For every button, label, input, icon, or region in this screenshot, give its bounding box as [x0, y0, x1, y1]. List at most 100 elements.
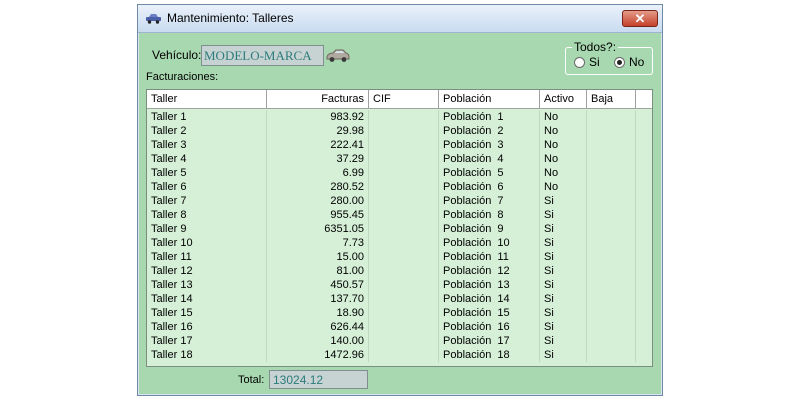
cell-facturas: 140.00	[267, 334, 369, 348]
cell-taller: Taller 5	[147, 166, 267, 180]
cell-facturas: 6351.05	[267, 222, 369, 236]
cell-taller: Taller 4	[147, 152, 267, 166]
cell-poblacion: Población 9	[439, 222, 540, 236]
cell-baja	[587, 138, 636, 152]
cell-taller: Taller 3	[147, 138, 267, 152]
cell-activo: No	[540, 180, 587, 194]
talleres-grid[interactable]: Taller Facturas CIF Población Activo Baja Tal…	[146, 89, 653, 367]
cell-cif	[369, 208, 439, 222]
todos-radio-si[interactable]: Si	[574, 55, 600, 69]
cell-taller: Taller 13	[147, 278, 267, 292]
cell-facturas: 137.70	[267, 292, 369, 306]
cell-taller: Taller 12	[147, 264, 267, 278]
cell-taller: Taller 1	[147, 110, 267, 124]
cell-cif	[369, 250, 439, 264]
radio-no[interactable]	[614, 56, 625, 68]
cell-poblacion: Población 11	[439, 250, 540, 264]
header-col-taller[interactable]: Taller	[147, 90, 267, 108]
table-row[interactable]: Taller 9 6351.05 Población 9 Si	[147, 222, 652, 236]
cell-baja	[587, 292, 636, 306]
title-bar[interactable]: Mantenimiento: Talleres ✕	[138, 5, 662, 33]
table-row[interactable]: Taller 17 140.00 Población 17 Si	[147, 334, 652, 348]
table-row[interactable]: Taller 1 983.92 Población 1 No	[147, 110, 652, 124]
cell-poblacion: Población 4	[439, 152, 540, 166]
cell-baja	[587, 250, 636, 264]
cell-poblacion: Población 15	[439, 306, 540, 320]
cell-taller: Taller 11	[147, 250, 267, 264]
header-col-activo[interactable]: Activo	[540, 90, 587, 108]
table-row[interactable]: Taller 3 222.41 Población 3 No	[147, 138, 652, 152]
cell-facturas: 450.57	[267, 278, 369, 292]
cell-poblacion: Población 5	[439, 166, 540, 180]
cell-poblacion: Población 3	[439, 138, 540, 152]
close-button[interactable]: ✕	[622, 10, 658, 27]
table-row[interactable]: Taller 12 81.00 Población 12 Si	[147, 264, 652, 278]
facturaciones-label: Facturaciones:	[146, 71, 219, 83]
cell-facturas: 7.73	[267, 236, 369, 250]
cell-taller: Taller 2	[147, 124, 267, 138]
cell-cif	[369, 194, 439, 208]
header-col-baja[interactable]: Baja	[587, 90, 636, 108]
cell-taller: Taller 10	[147, 236, 267, 250]
cell-cif	[369, 152, 439, 166]
cell-poblacion: Población 1	[439, 110, 540, 124]
cell-baja	[587, 306, 636, 320]
cell-baja	[587, 152, 636, 166]
cell-baja	[587, 320, 636, 334]
cell-taller: Taller 8	[147, 208, 267, 222]
cell-facturas: 280.52	[267, 180, 369, 194]
car-icon[interactable]	[325, 45, 351, 66]
cell-facturas: 6.99	[267, 166, 369, 180]
table-row[interactable]: Taller 10 7.73 Población 10 Si	[147, 236, 652, 250]
header-col-cif[interactable]: CIF	[369, 90, 439, 108]
cell-cif	[369, 236, 439, 250]
cell-activo: Si	[540, 292, 587, 306]
vehiculo-field[interactable]: MODELO-MARCA	[201, 45, 324, 66]
cell-cif	[369, 166, 439, 180]
table-row[interactable]: Taller 7 280.00 Población 7 Si	[147, 194, 652, 208]
radio-si-label: Si	[589, 55, 600, 69]
cell-baja	[587, 264, 636, 278]
table-row[interactable]: Taller 6 280.52 Población 6 No	[147, 180, 652, 194]
cell-baja	[587, 166, 636, 180]
cell-cif	[369, 222, 439, 236]
table-row[interactable]: Taller 15 18.90 Población 15 Si	[147, 306, 652, 320]
table-row[interactable]: Taller 4 37.29 Población 4 No	[147, 152, 652, 166]
total-label: Total:	[238, 374, 265, 386]
cell-facturas: 280.00	[267, 194, 369, 208]
table-row[interactable]: Taller 18 1472.96 Población 18 Si	[147, 348, 652, 362]
table-row[interactable]: Taller 8 955.45 Población 8 Si	[147, 208, 652, 222]
close-icon: ✕	[634, 11, 646, 26]
cell-cif	[369, 138, 439, 152]
cell-baja	[587, 222, 636, 236]
cell-taller: Taller 15	[147, 306, 267, 320]
table-row[interactable]: Taller 5 6.99 Población 5 No	[147, 166, 652, 180]
cell-poblacion: Población 14	[439, 292, 540, 306]
cell-taller: Taller 18	[147, 348, 267, 362]
header-col-poblacion[interactable]: Población	[439, 90, 540, 108]
window-title: Mantenimiento: Talleres	[167, 11, 294, 25]
cell-facturas: 37.29	[267, 152, 369, 166]
cell-facturas: 955.45	[267, 208, 369, 222]
cell-baja	[587, 278, 636, 292]
cell-baja	[587, 208, 636, 222]
table-row[interactable]: Taller 13 450.57 Población 13 Si	[147, 278, 652, 292]
radio-si[interactable]	[574, 56, 585, 68]
cell-poblacion: Población 7	[439, 194, 540, 208]
table-row[interactable]: Taller 2 29.98 Población 2 No	[147, 124, 652, 138]
cell-activo: No	[540, 124, 587, 138]
cell-activo: Si	[540, 222, 587, 236]
table-row[interactable]: Taller 16 626.44 Población 16 Si	[147, 320, 652, 334]
cell-activo: Si	[540, 278, 587, 292]
table-row[interactable]: Taller 11 15.00 Población 11 Si	[147, 250, 652, 264]
cell-poblacion: Población 2	[439, 124, 540, 138]
cell-baja	[587, 110, 636, 124]
header-col-facturas[interactable]: Facturas	[267, 90, 369, 108]
grid-rows: Taller 1 983.92 Población 1 No Taller 2 29.98…	[147, 110, 652, 362]
table-row[interactable]: Taller 14 137.70 Población 14 Si	[147, 292, 652, 306]
grid-header: Taller Facturas CIF Población Activo Baja	[147, 90, 652, 109]
cell-activo: Si	[540, 264, 587, 278]
cell-cif	[369, 292, 439, 306]
todos-radio-no[interactable]: No	[614, 55, 644, 69]
cell-facturas: 18.90	[267, 306, 369, 320]
